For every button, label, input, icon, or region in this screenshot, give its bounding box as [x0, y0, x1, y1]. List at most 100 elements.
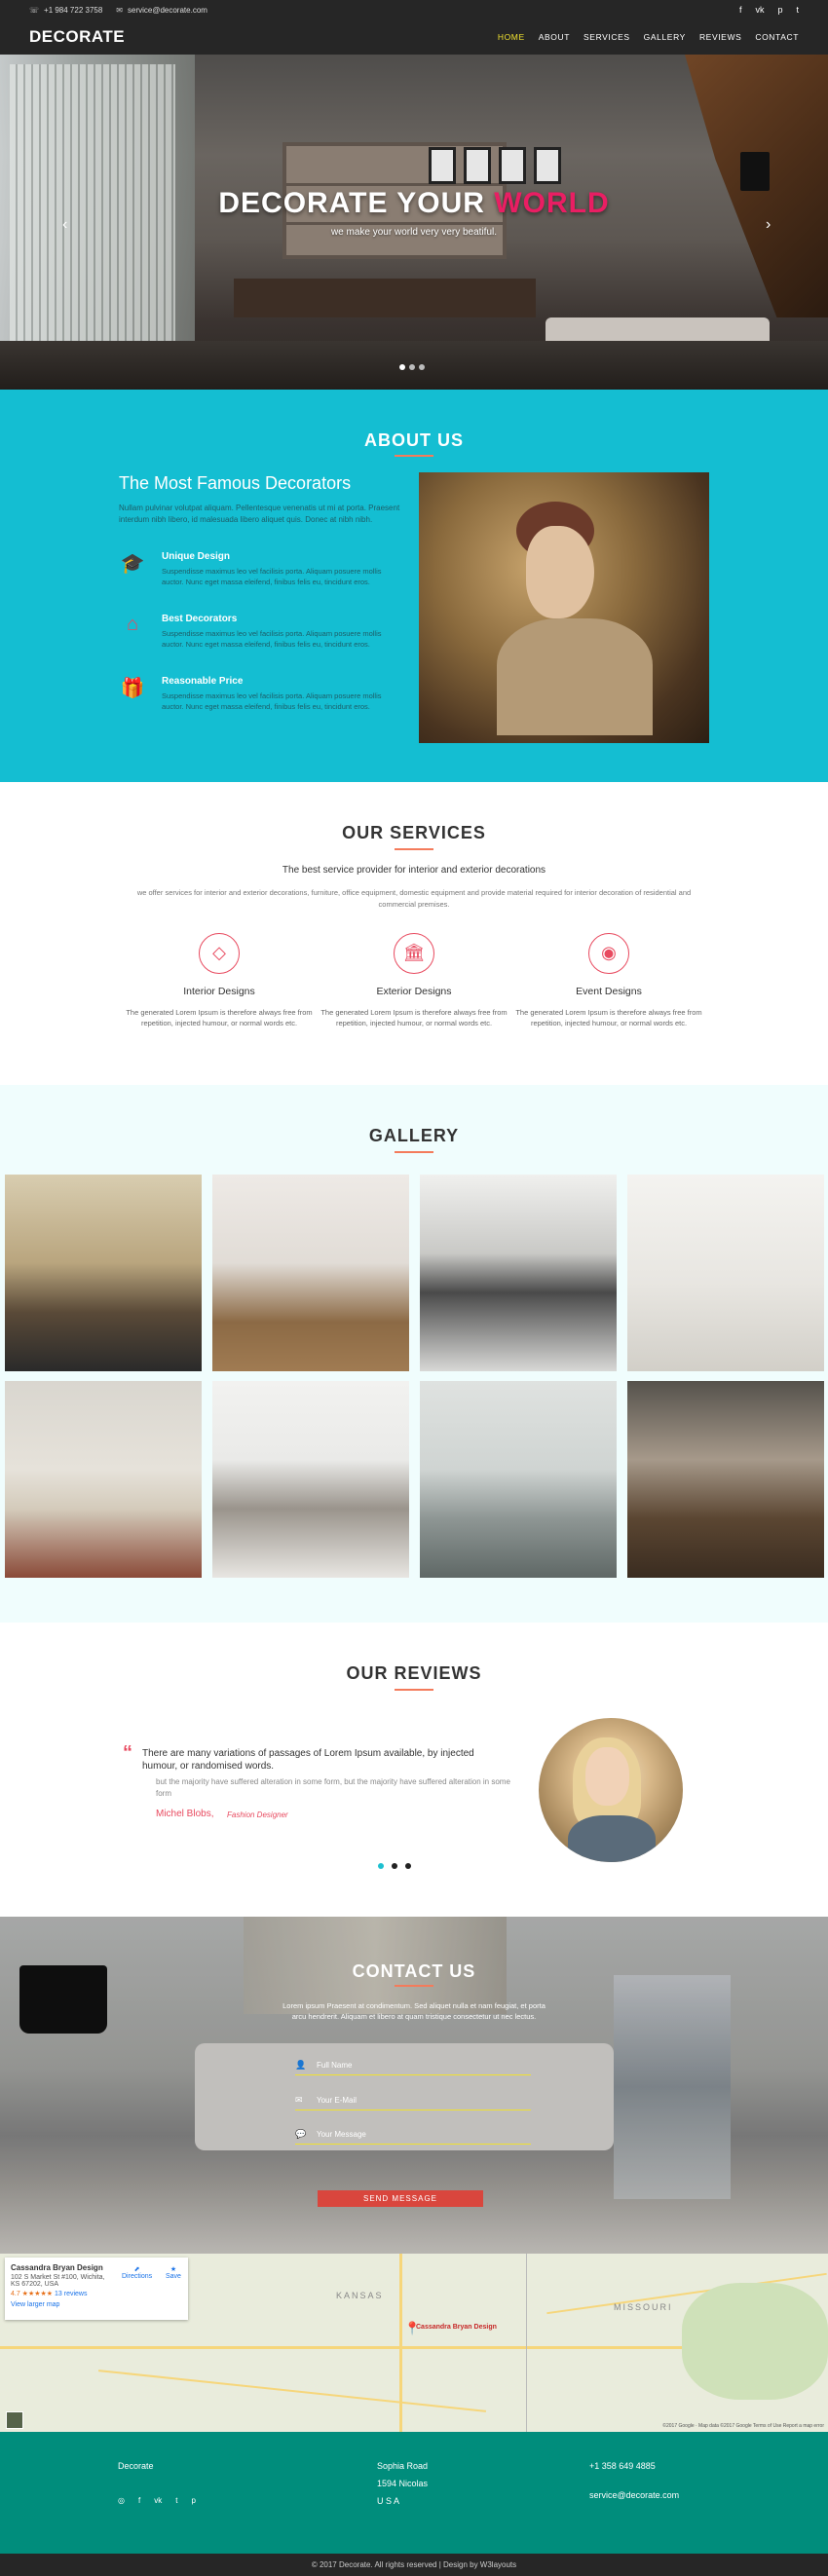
nav-gallery[interactable]: GALLERY	[644, 32, 686, 42]
gallery-image-bedroom[interactable]	[5, 1175, 202, 1371]
map-save-button[interactable]: ★ Save	[166, 2265, 181, 2280]
feature-unique-design: 🎓 Unique Design Suspendisse maximus leo v…	[119, 551, 411, 587]
phone-icon: ☏	[29, 5, 40, 15]
hero-title-accent: WORLD	[494, 187, 610, 219]
chevron-left-icon[interactable]: ‹	[62, 216, 67, 234]
contact-title: CONTACT US	[352, 1961, 476, 1981]
map-place-card: Cassandra Bryan Design 102 S Market St #…	[5, 2258, 188, 2320]
map-larger-link[interactable]: View larger map	[11, 2301, 182, 2308]
copyright-bar: © 2017 Decorate. All rights reserved | D…	[0, 2554, 828, 2576]
nav-home[interactable]: HOME	[498, 32, 525, 42]
feature-title: Unique Design	[162, 551, 231, 562]
weibo-icon: ◉	[588, 933, 629, 974]
pinterest-icon[interactable]: p	[777, 5, 782, 15]
name-field[interactable]: 👤 Full Name	[295, 2056, 531, 2075]
directions-icon: ⬈	[133, 2266, 140, 2273]
feature-text: Suspendisse maximus leo vel facilisis po…	[162, 629, 382, 649]
footer-address-line: Sophia Road	[377, 2461, 429, 2471]
email-text[interactable]: service@decorate.com	[128, 6, 207, 15]
pinterest-icon[interactable]: p	[191, 2496, 195, 2505]
review-subtext: but the majority have suffered alteratio…	[156, 1777, 510, 1798]
nav-services[interactable]: SERVICES	[583, 32, 630, 42]
footer-address-line: 1594 Nicolas	[377, 2479, 429, 2488]
star-icon: ★	[169, 2266, 177, 2273]
reviews-title-underline	[395, 1689, 433, 1691]
slide-dot[interactable]	[409, 364, 415, 370]
gallery-image-white-living-room[interactable]	[627, 1175, 824, 1371]
review-dot[interactable]	[378, 1863, 384, 1869]
services-title-underline	[395, 848, 433, 850]
hero-title-main: DECORATE YOUR	[218, 187, 495, 219]
review-dot[interactable]	[392, 1863, 397, 1869]
gallery-image-lamp-living-room[interactable]	[420, 1381, 617, 1578]
send-message-button[interactable]: SEND MESSAGE	[318, 2190, 483, 2207]
email-contact[interactable]: ✉ service@decorate.com	[116, 6, 207, 15]
review-quote: There are many variations of passages of…	[142, 1748, 474, 1772]
top-social-links: f vk p t	[739, 5, 799, 15]
map-directions-button[interactable]: ⬈ Directions	[122, 2265, 152, 2280]
nav-reviews[interactable]: REVIEWS	[699, 32, 741, 42]
bank-icon: 🏛	[394, 933, 434, 974]
vk-icon[interactable]: vk	[755, 5, 764, 15]
message-field[interactable]: 💬 Your Message	[295, 2125, 531, 2145]
gallery-title-underline	[395, 1151, 433, 1153]
main-navigation: DECORATE HOME ABOUT SERVICES GALLERY REV…	[0, 19, 828, 55]
footer-email[interactable]: service@decorate.com	[589, 2486, 679, 2504]
reviewer-name: Michel Blobs,	[156, 1809, 214, 1819]
map-state-label: MISSOURI	[614, 2302, 673, 2312]
gallery-image-tufted-sofa-room[interactable]	[212, 1381, 409, 1578]
feature-title: Best Decorators	[162, 614, 238, 624]
service-title: Interior Designs	[183, 986, 255, 997]
site-logo[interactable]: DECORATE	[29, 27, 125, 47]
about-title-underline	[395, 455, 433, 457]
facebook-icon[interactable]: f	[739, 5, 742, 15]
contact-title-underline	[395, 1985, 433, 1987]
diamond-icon: ◇	[199, 933, 240, 974]
gallery-image-cream-sofa-room[interactable]	[5, 1381, 202, 1578]
reviewer-avatar	[539, 1718, 683, 1862]
slide-dot[interactable]	[419, 364, 425, 370]
map-review-count[interactable]: 13 reviews	[55, 2291, 87, 2297]
about-heading: The Most Famous Decorators	[119, 473, 352, 493]
gift-icon: 🎁	[120, 678, 145, 699]
review-dot[interactable]	[405, 1863, 411, 1869]
chevron-right-icon[interactable]: ›	[766, 216, 771, 234]
footer-address: Sophia Road 1594 Nicolas U S A	[377, 2457, 428, 2510]
dribbble-icon[interactable]: ◎	[118, 2496, 125, 2505]
facebook-icon[interactable]: f	[138, 2496, 140, 2505]
twitter-icon[interactable]: t	[175, 2496, 177, 2505]
gallery-image-living-room-gray[interactable]	[420, 1175, 617, 1371]
twitter-icon[interactable]: t	[796, 5, 799, 15]
map-state-border	[526, 2254, 527, 2432]
home-icon: ⌂	[126, 614, 139, 635]
service-text: The generated Lorem Ipsum is therefore a…	[320, 1008, 508, 1027]
feature-best-decorators: ⌂ Best Decorators Suspendisse maximus leo…	[119, 614, 411, 650]
email-field[interactable]: ✉ Your E-Mail	[295, 2091, 531, 2110]
vk-icon[interactable]: vk	[154, 2496, 162, 2505]
top-bar: ☏ +1 984 722 3758 ✉ service@decorate.com f…	[0, 0, 828, 19]
reviews-section: OUR REVIEWS “ There are many variations …	[0, 1623, 828, 1917]
hero-picture-frames	[429, 147, 561, 184]
slide-dot[interactable]	[399, 364, 405, 370]
envelope-icon: ✉	[295, 2095, 303, 2105]
feature-text: Suspendisse maximus leo vel facilisis po…	[162, 567, 382, 586]
map-satellite-toggle[interactable]	[6, 2411, 23, 2429]
service-interior: ◇ Interior Designs The generated Lorem I…	[122, 933, 317, 1028]
hero-slide-dots	[399, 364, 425, 370]
gallery-image-home-office[interactable]	[212, 1175, 409, 1371]
location-map[interactable]: KANSAS MISSOURI Cassandra Bryan Design 1…	[0, 2254, 828, 2432]
reviews-title: OUR REVIEWS	[346, 1663, 482, 1683]
directions-label: Directions	[122, 2273, 153, 2280]
footer-address-line: U S A	[377, 2496, 400, 2506]
phone-text: +1 984 722 3758	[44, 5, 103, 15]
footer-phone: +1 358 649 4885	[589, 2461, 656, 2471]
about-intro: Nullam pulvinar volutpat aliquam. Pellen…	[119, 504, 400, 524]
map-attribution: ©2017 Google · Map data ©2017 Google Ter…	[662, 2423, 824, 2429]
nav-contact[interactable]: CONTACT	[755, 32, 799, 42]
services-description: we offer services for interior and exter…	[136, 888, 692, 909]
user-icon: 👤	[295, 2060, 307, 2070]
gallery-image-kitchen-island[interactable]	[627, 1381, 824, 1578]
service-event: ◉ Event Designs The generated Lorem Ipsu…	[511, 933, 706, 1028]
nav-about[interactable]: ABOUT	[539, 32, 570, 42]
phone-contact: ☏ +1 984 722 3758	[29, 6, 102, 15]
